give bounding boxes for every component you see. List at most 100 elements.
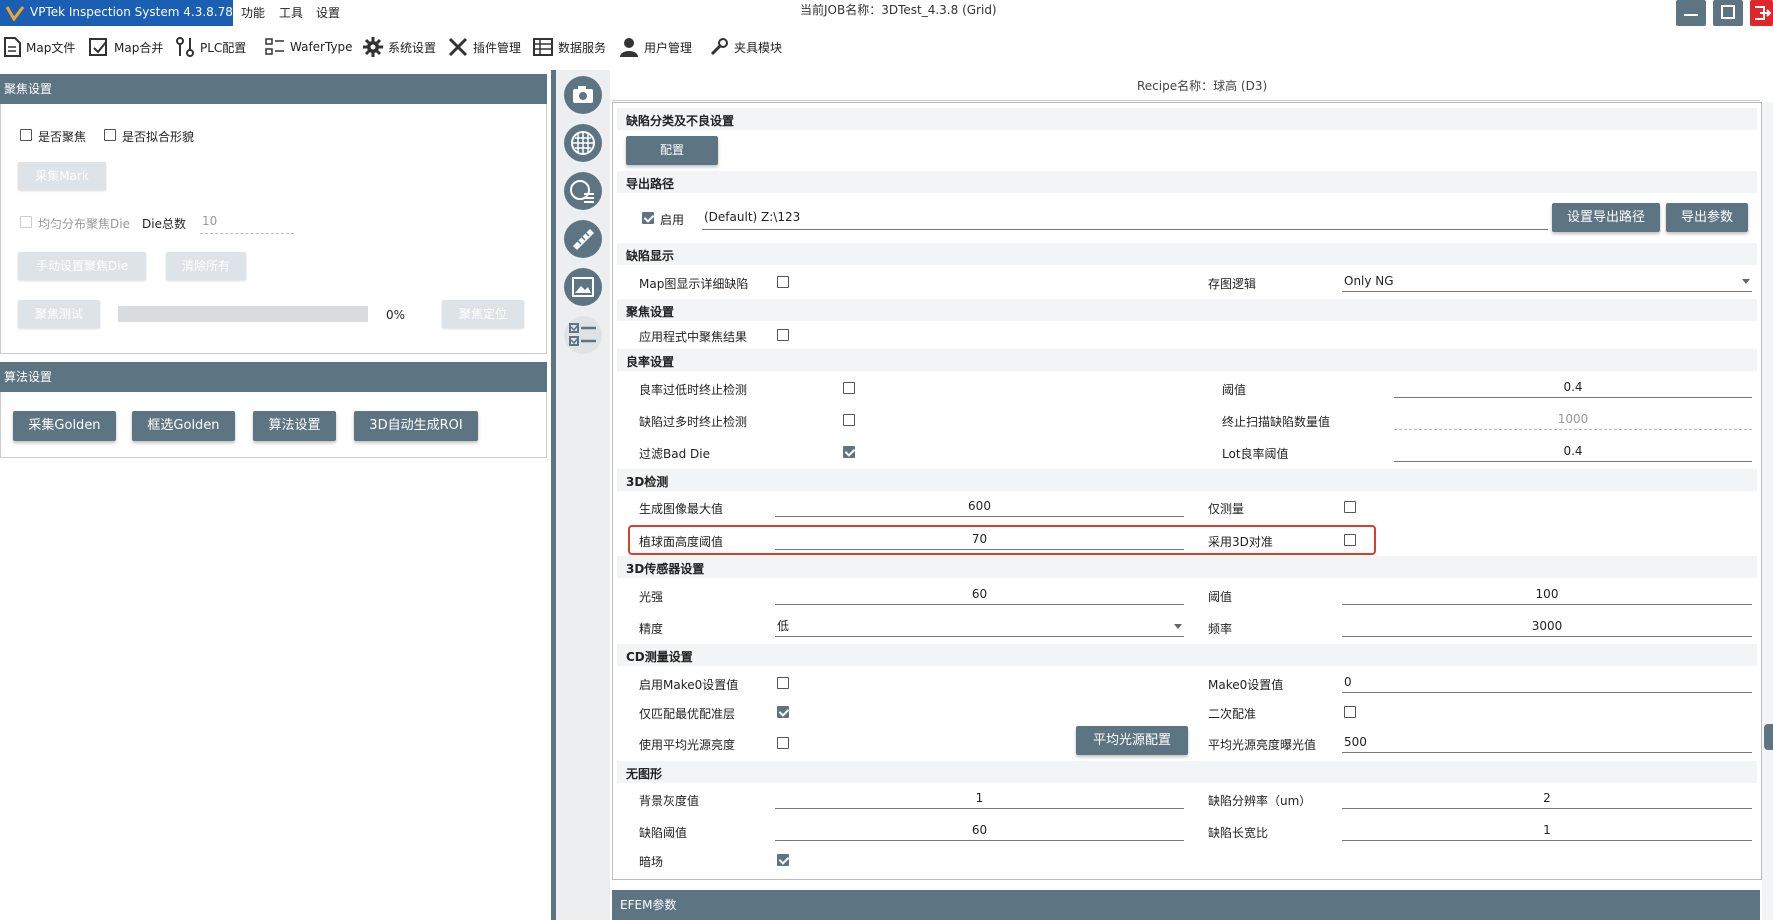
export-enable-checkbox[interactable] [642, 212, 654, 224]
save-logic-label: 存图逻辑 [1208, 277, 1257, 291]
bg-gray-input[interactable]: 1 [775, 787, 1184, 809]
yield-threshold-input[interactable]: 0.4 [1394, 376, 1752, 398]
toolbar-wafer-type[interactable]: WaferType [264, 32, 353, 62]
maximize-icon [1721, 5, 1735, 19]
best-layer-label: 仅匹配最优配准层 [639, 707, 736, 721]
toolbar-label: 夹具模块 [734, 40, 783, 55]
exit-icon [1755, 6, 1772, 20]
focus-locate-button[interactable]: 聚焦定位 [442, 300, 524, 328]
defect-threshold-input[interactable]: 60 [775, 819, 1184, 841]
algo-panel-header: 算法设置 [0, 362, 547, 392]
minimize-button[interactable] [1676, 0, 1706, 26]
menu-settings[interactable]: 设置 [316, 4, 340, 21]
collect-mark-button[interactable]: 采集Mark [18, 162, 106, 190]
wafer-grid-button[interactable] [564, 124, 602, 162]
checklist-button[interactable] [564, 316, 602, 354]
export-params-button[interactable]: 导出参数 [1666, 203, 1748, 232]
toolbar-data-service[interactable]: 数据服务 [532, 32, 606, 62]
toolbar-map-file[interactable]: Map文件 [2, 32, 75, 62]
set-export-path-button[interactable]: 设置导出路径 [1552, 203, 1660, 232]
max-image-label: 生成图像最大值 [639, 502, 724, 516]
camera-button[interactable] [564, 76, 602, 114]
menu-tools[interactable]: 工具 [279, 4, 303, 21]
algo-settings-button[interactable]: 算法设置 [253, 411, 336, 441]
toolbar-map-merge[interactable]: Map合并 [88, 32, 163, 62]
avg-exposure-input[interactable]: 500 [1342, 731, 1752, 753]
section-bg [617, 171, 1757, 193]
wafer-list-button[interactable] [564, 172, 602, 210]
map-merge-icon [89, 38, 107, 56]
frequency-input[interactable]: 3000 [1342, 615, 1752, 637]
toolbar-label: 插件管理 [473, 40, 522, 55]
auto-roi-3d-button[interactable]: 3D自动生成ROI [354, 411, 478, 441]
uniform-focus-die-checkbox[interactable] [20, 216, 32, 228]
measure-button[interactable] [564, 220, 602, 258]
defect-aspect-input[interactable]: 1 [1342, 819, 1752, 841]
toolbar-fixture-module[interactable]: 夹具模块 [708, 32, 782, 62]
user-icon [620, 38, 638, 57]
toolbar-plc-config[interactable]: PLC配置 [174, 32, 246, 62]
too-many-defects-checkbox[interactable] [843, 414, 855, 426]
measure-only-label: 仅测量 [1208, 502, 1245, 516]
section-bg [617, 556, 1757, 578]
wafer-grid-icon [571, 131, 595, 155]
make0-value-label: Make0设置值 [1208, 678, 1284, 692]
lot-yield-input[interactable]: 0.4 [1394, 440, 1752, 462]
make0-value-input[interactable]: 0 [1342, 671, 1752, 693]
avg-light-label: 使用平均光源亮度 [639, 738, 736, 752]
clear-all-button[interactable]: 清除所有 [166, 252, 246, 280]
dark-field-checkbox[interactable] [777, 854, 789, 866]
focus-test-button[interactable]: 聚焦测试 [18, 300, 100, 328]
low-yield-checkbox[interactable] [843, 382, 855, 394]
export-enable-label: 启用 [660, 213, 685, 227]
make0-checkbox[interactable] [777, 677, 789, 689]
export-path-input[interactable]: (Default) Z:\123 [702, 206, 1548, 230]
map-detail-checkbox[interactable] [777, 276, 789, 288]
apply-focus-checkbox[interactable] [777, 329, 789, 341]
close-button[interactable] [1750, 0, 1773, 26]
avg-exposure-label: 平均光源亮度曝光值 [1208, 738, 1317, 752]
second-registration-label: 二次配准 [1208, 707, 1257, 721]
image-button[interactable] [564, 268, 602, 306]
too-many-defects-label: 缺陷过多时终止检测 [639, 415, 748, 429]
second-registration-checkbox[interactable] [1344, 706, 1356, 718]
collect-golden-button[interactable]: 采集Golden [13, 411, 116, 441]
plant-height-input[interactable]: 70 [775, 528, 1184, 550]
menu-function[interactable]: 功能 [241, 4, 265, 21]
select-golden-button[interactable]: 框选Golden [132, 411, 235, 441]
defect-resolution-input[interactable]: 2 [1342, 787, 1752, 809]
toolbar-system-settings[interactable]: 系统设置 [362, 32, 436, 62]
avg-light-config-button[interactable]: 平均光源配置 [1076, 726, 1188, 755]
sensor-3d-title: 3D传感器设置 [626, 562, 705, 576]
plc-icon [176, 37, 194, 57]
toolbar-user-manager[interactable]: 用户管理 [618, 32, 692, 62]
save-logic-select[interactable]: Only NG [1342, 270, 1752, 292]
avg-light-checkbox[interactable] [777, 737, 789, 749]
defect-config-button[interactable]: 配置 [626, 136, 718, 165]
filter-bad-die-checkbox[interactable] [843, 446, 855, 458]
scrollbar-thumb[interactable] [1764, 724, 1773, 750]
max-image-input[interactable]: 600 [775, 495, 1184, 517]
measure-only-checkbox[interactable] [1344, 501, 1356, 513]
job-title: 当前JOB名称：3DTest_4.3.8 (Grid) [800, 3, 997, 17]
focus-checkbox[interactable] [20, 129, 32, 141]
fit-shape-checkbox[interactable] [104, 129, 116, 141]
best-layer-checkbox[interactable] [777, 706, 789, 718]
precision-select[interactable]: 低 [775, 615, 1184, 637]
fit-shape-checkbox-label: 是否拟合形貌 [122, 130, 195, 144]
scrollbar[interactable] [1762, 102, 1773, 920]
efem-header[interactable]: EFEM参数 [612, 890, 1760, 920]
sensor-threshold-input[interactable]: 100 [1342, 583, 1752, 605]
light-intensity-label: 光强 [639, 590, 664, 604]
stop-count-label: 终止扫描缺陷数量值 [1222, 415, 1331, 429]
no-pattern-title: 无图形 [626, 767, 663, 781]
light-intensity-input[interactable]: 60 [775, 583, 1184, 605]
toolbar-label: 系统设置 [388, 40, 437, 55]
filter-bad-die-label: 过滤Bad Die [639, 447, 710, 461]
stop-count-input[interactable]: 1000 [1394, 408, 1752, 430]
maximize-button[interactable] [1713, 0, 1743, 26]
die-total-input[interactable]: 10 [200, 210, 294, 234]
use-3d-align-checkbox[interactable] [1344, 534, 1356, 546]
manual-focus-die-button[interactable]: 手动设置聚焦Die [18, 252, 146, 280]
toolbar-plugin-manager[interactable]: 插件管理 [447, 32, 521, 62]
